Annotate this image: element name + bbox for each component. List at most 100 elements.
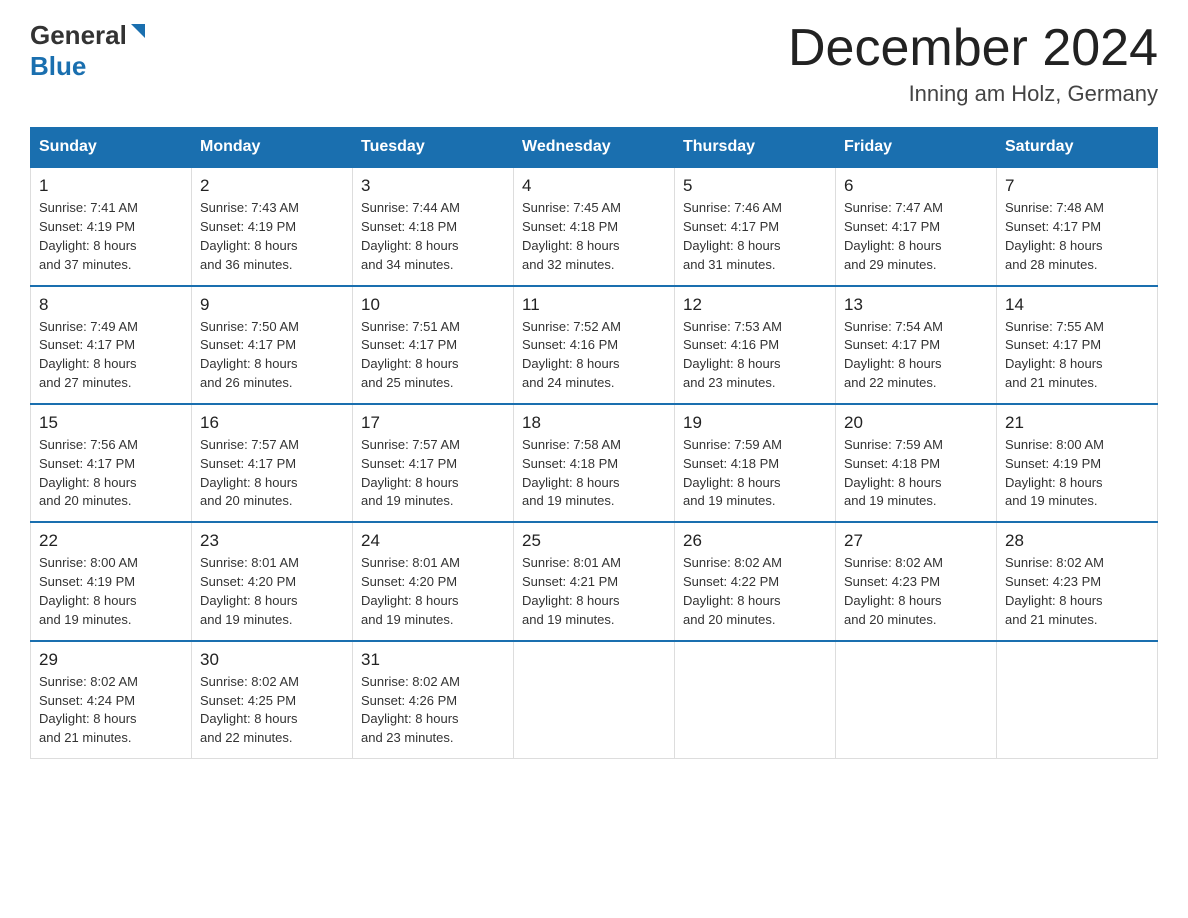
day-info: Sunrise: 7:44 AMSunset: 4:18 PMDaylight:… xyxy=(361,199,505,274)
calendar-cell: 25 Sunrise: 8:01 AMSunset: 4:21 PMDayligh… xyxy=(514,522,675,640)
col-thursday: Thursday xyxy=(675,128,836,168)
calendar-cell: 28Sunrise: 8:02 AMSunset: 4:23 PMDayligh… xyxy=(997,522,1158,640)
day-info: Sunrise: 8:02 AMSunset: 4:23 PMDaylight:… xyxy=(844,554,988,629)
day-number: 15 xyxy=(39,413,183,433)
day-number: 9 xyxy=(200,295,344,315)
day-number: 5 xyxy=(683,176,827,196)
calendar-cell: 7Sunrise: 7:48 AMSunset: 4:17 PMDaylight… xyxy=(997,167,1158,285)
day-info: Sunrise: 8:01 AMSunset: 4:20 PMDaylight:… xyxy=(200,554,344,629)
calendar-cell: 31Sunrise: 8:02 AMSunset: 4:26 PMDayligh… xyxy=(353,641,514,759)
calendar-cell: 21Sunrise: 8:00 AMSunset: 4:19 PMDayligh… xyxy=(997,404,1158,522)
calendar-cell xyxy=(675,641,836,759)
calendar-week-row: 29 Sunrise: 8:02 AMSunset: 4:24 PMDayligh… xyxy=(31,641,1158,759)
calendar-cell: 16Sunrise: 7:57 AMSunset: 4:17 PMDayligh… xyxy=(192,404,353,522)
calendar-cell: 20 Sunrise: 7:59 AMSunset: 4:18 PMDayligh… xyxy=(836,404,997,522)
calendar-cell: 22 Sunrise: 8:00 AMSunset: 4:19 PMDayligh… xyxy=(31,522,192,640)
day-number: 13 xyxy=(844,295,988,315)
col-wednesday: Wednesday xyxy=(514,128,675,168)
calendar-cell: 4 Sunrise: 7:45 AMSunset: 4:18 PMDaylight… xyxy=(514,167,675,285)
day-info: Sunrise: 7:57 AMSunset: 4:17 PMDaylight:… xyxy=(361,436,505,511)
calendar-cell: 19Sunrise: 7:59 AMSunset: 4:18 PMDayligh… xyxy=(675,404,836,522)
day-info: Sunrise: 7:51 AMSunset: 4:17 PMDaylight:… xyxy=(361,318,505,393)
col-friday: Friday xyxy=(836,128,997,168)
calendar-cell: 26 Sunrise: 8:02 AMSunset: 4:22 PMDayligh… xyxy=(675,522,836,640)
day-number: 26 xyxy=(683,531,827,551)
day-info: Sunrise: 7:52 AMSunset: 4:16 PMDaylight:… xyxy=(522,318,666,393)
day-info: Sunrise: 7:45 AMSunset: 4:18 PMDaylight:… xyxy=(522,199,666,274)
day-number: 10 xyxy=(361,295,505,315)
calendar-cell: 12 Sunrise: 7:53 AMSunset: 4:16 PMDayligh… xyxy=(675,286,836,404)
day-number: 3 xyxy=(361,176,505,196)
day-number: 11 xyxy=(522,295,666,315)
calendar-cell: 24 Sunrise: 8:01 AMSunset: 4:20 PMDayligh… xyxy=(353,522,514,640)
day-info: Sunrise: 8:02 AMSunset: 4:26 PMDaylight:… xyxy=(361,673,505,748)
day-number: 8 xyxy=(39,295,183,315)
day-number: 23 xyxy=(200,531,344,551)
day-info: Sunrise: 7:55 AMSunset: 4:17 PMDaylight:… xyxy=(1005,318,1149,393)
day-info: Sunrise: 8:02 AMSunset: 4:22 PMDaylight:… xyxy=(683,554,827,629)
day-info: Sunrise: 7:53 AMSunset: 4:16 PMDaylight:… xyxy=(683,318,827,393)
calendar-cell: 5Sunrise: 7:46 AMSunset: 4:17 PMDaylight… xyxy=(675,167,836,285)
day-number: 1 xyxy=(39,176,183,196)
day-info: Sunrise: 8:00 AMSunset: 4:19 PMDaylight:… xyxy=(1005,436,1149,511)
title-section: December 2024 Inning am Holz, Germany xyxy=(788,20,1158,107)
calendar-week-row: 8 Sunrise: 7:49 AMSunset: 4:17 PMDaylight… xyxy=(31,286,1158,404)
calendar-cell: 9 Sunrise: 7:50 AMSunset: 4:17 PMDaylight… xyxy=(192,286,353,404)
day-number: 4 xyxy=(522,176,666,196)
day-number: 29 xyxy=(39,650,183,670)
day-info: Sunrise: 8:02 AMSunset: 4:24 PMDaylight:… xyxy=(39,673,183,748)
month-title: December 2024 xyxy=(788,20,1158,77)
col-tuesday: Tuesday xyxy=(353,128,514,168)
calendar-cell: 13 Sunrise: 7:54 AMSunset: 4:17 PMDayligh… xyxy=(836,286,997,404)
day-number: 7 xyxy=(1005,176,1149,196)
logo-arrow-icon xyxy=(127,20,149,42)
calendar-cell xyxy=(836,641,997,759)
day-info: Sunrise: 8:02 AMSunset: 4:25 PMDaylight:… xyxy=(200,673,344,748)
calendar-cell: 3 Sunrise: 7:44 AMSunset: 4:18 PMDaylight… xyxy=(353,167,514,285)
day-info: Sunrise: 7:49 AMSunset: 4:17 PMDaylight:… xyxy=(39,318,183,393)
calendar-cell: 11 Sunrise: 7:52 AMSunset: 4:16 PMDayligh… xyxy=(514,286,675,404)
day-info: Sunrise: 7:57 AMSunset: 4:17 PMDaylight:… xyxy=(200,436,344,511)
col-sunday: Sunday xyxy=(31,128,192,168)
day-info: Sunrise: 7:41 AMSunset: 4:19 PMDaylight:… xyxy=(39,199,183,274)
day-info: Sunrise: 7:47 AMSunset: 4:17 PMDaylight:… xyxy=(844,199,988,274)
calendar-cell: 23 Sunrise: 8:01 AMSunset: 4:20 PMDayligh… xyxy=(192,522,353,640)
day-info: Sunrise: 8:00 AMSunset: 4:19 PMDaylight:… xyxy=(39,554,183,629)
logo-blue-text: Blue xyxy=(30,51,86,81)
location-title: Inning am Holz, Germany xyxy=(788,81,1158,107)
day-number: 2 xyxy=(200,176,344,196)
day-info: Sunrise: 7:58 AMSunset: 4:18 PMDaylight:… xyxy=(522,436,666,511)
calendar-cell: 14 Sunrise: 7:55 AMSunset: 4:17 PMDayligh… xyxy=(997,286,1158,404)
day-number: 24 xyxy=(361,531,505,551)
day-info: Sunrise: 7:56 AMSunset: 4:17 PMDaylight:… xyxy=(39,436,183,511)
calendar-cell xyxy=(997,641,1158,759)
day-number: 27 xyxy=(844,531,988,551)
day-number: 28 xyxy=(1005,531,1149,551)
calendar-cell: 1 Sunrise: 7:41 AMSunset: 4:19 PMDaylight… xyxy=(31,167,192,285)
day-number: 25 xyxy=(522,531,666,551)
day-info: Sunrise: 8:01 AMSunset: 4:21 PMDaylight:… xyxy=(522,554,666,629)
col-monday: Monday xyxy=(192,128,353,168)
calendar-cell: 29 Sunrise: 8:02 AMSunset: 4:24 PMDayligh… xyxy=(31,641,192,759)
day-number: 17 xyxy=(361,413,505,433)
day-number: 14 xyxy=(1005,295,1149,315)
day-number: 12 xyxy=(683,295,827,315)
day-number: 6 xyxy=(844,176,988,196)
day-info: Sunrise: 7:50 AMSunset: 4:17 PMDaylight:… xyxy=(200,318,344,393)
calendar-cell: 6 Sunrise: 7:47 AMSunset: 4:17 PMDaylight… xyxy=(836,167,997,285)
calendar-week-row: 15 Sunrise: 7:56 AMSunset: 4:17 PMDayligh… xyxy=(31,404,1158,522)
day-number: 20 xyxy=(844,413,988,433)
calendar-week-row: 1 Sunrise: 7:41 AMSunset: 4:19 PMDaylight… xyxy=(31,167,1158,285)
col-saturday: Saturday xyxy=(997,128,1158,168)
day-number: 30 xyxy=(200,650,344,670)
day-info: Sunrise: 8:01 AMSunset: 4:20 PMDaylight:… xyxy=(361,554,505,629)
calendar-header-row: Sunday Monday Tuesday Wednesday Thursday… xyxy=(31,128,1158,168)
day-info: Sunrise: 7:59 AMSunset: 4:18 PMDaylight:… xyxy=(844,436,988,511)
day-info: Sunrise: 7:43 AMSunset: 4:19 PMDaylight:… xyxy=(200,199,344,274)
day-number: 22 xyxy=(39,531,183,551)
calendar-week-row: 22 Sunrise: 8:00 AMSunset: 4:19 PMDayligh… xyxy=(31,522,1158,640)
calendar-cell: 17 Sunrise: 7:57 AMSunset: 4:17 PMDayligh… xyxy=(353,404,514,522)
calendar-cell: 8 Sunrise: 7:49 AMSunset: 4:17 PMDaylight… xyxy=(31,286,192,404)
logo: General Blue xyxy=(30,20,149,82)
day-info: Sunrise: 7:54 AMSunset: 4:17 PMDaylight:… xyxy=(844,318,988,393)
